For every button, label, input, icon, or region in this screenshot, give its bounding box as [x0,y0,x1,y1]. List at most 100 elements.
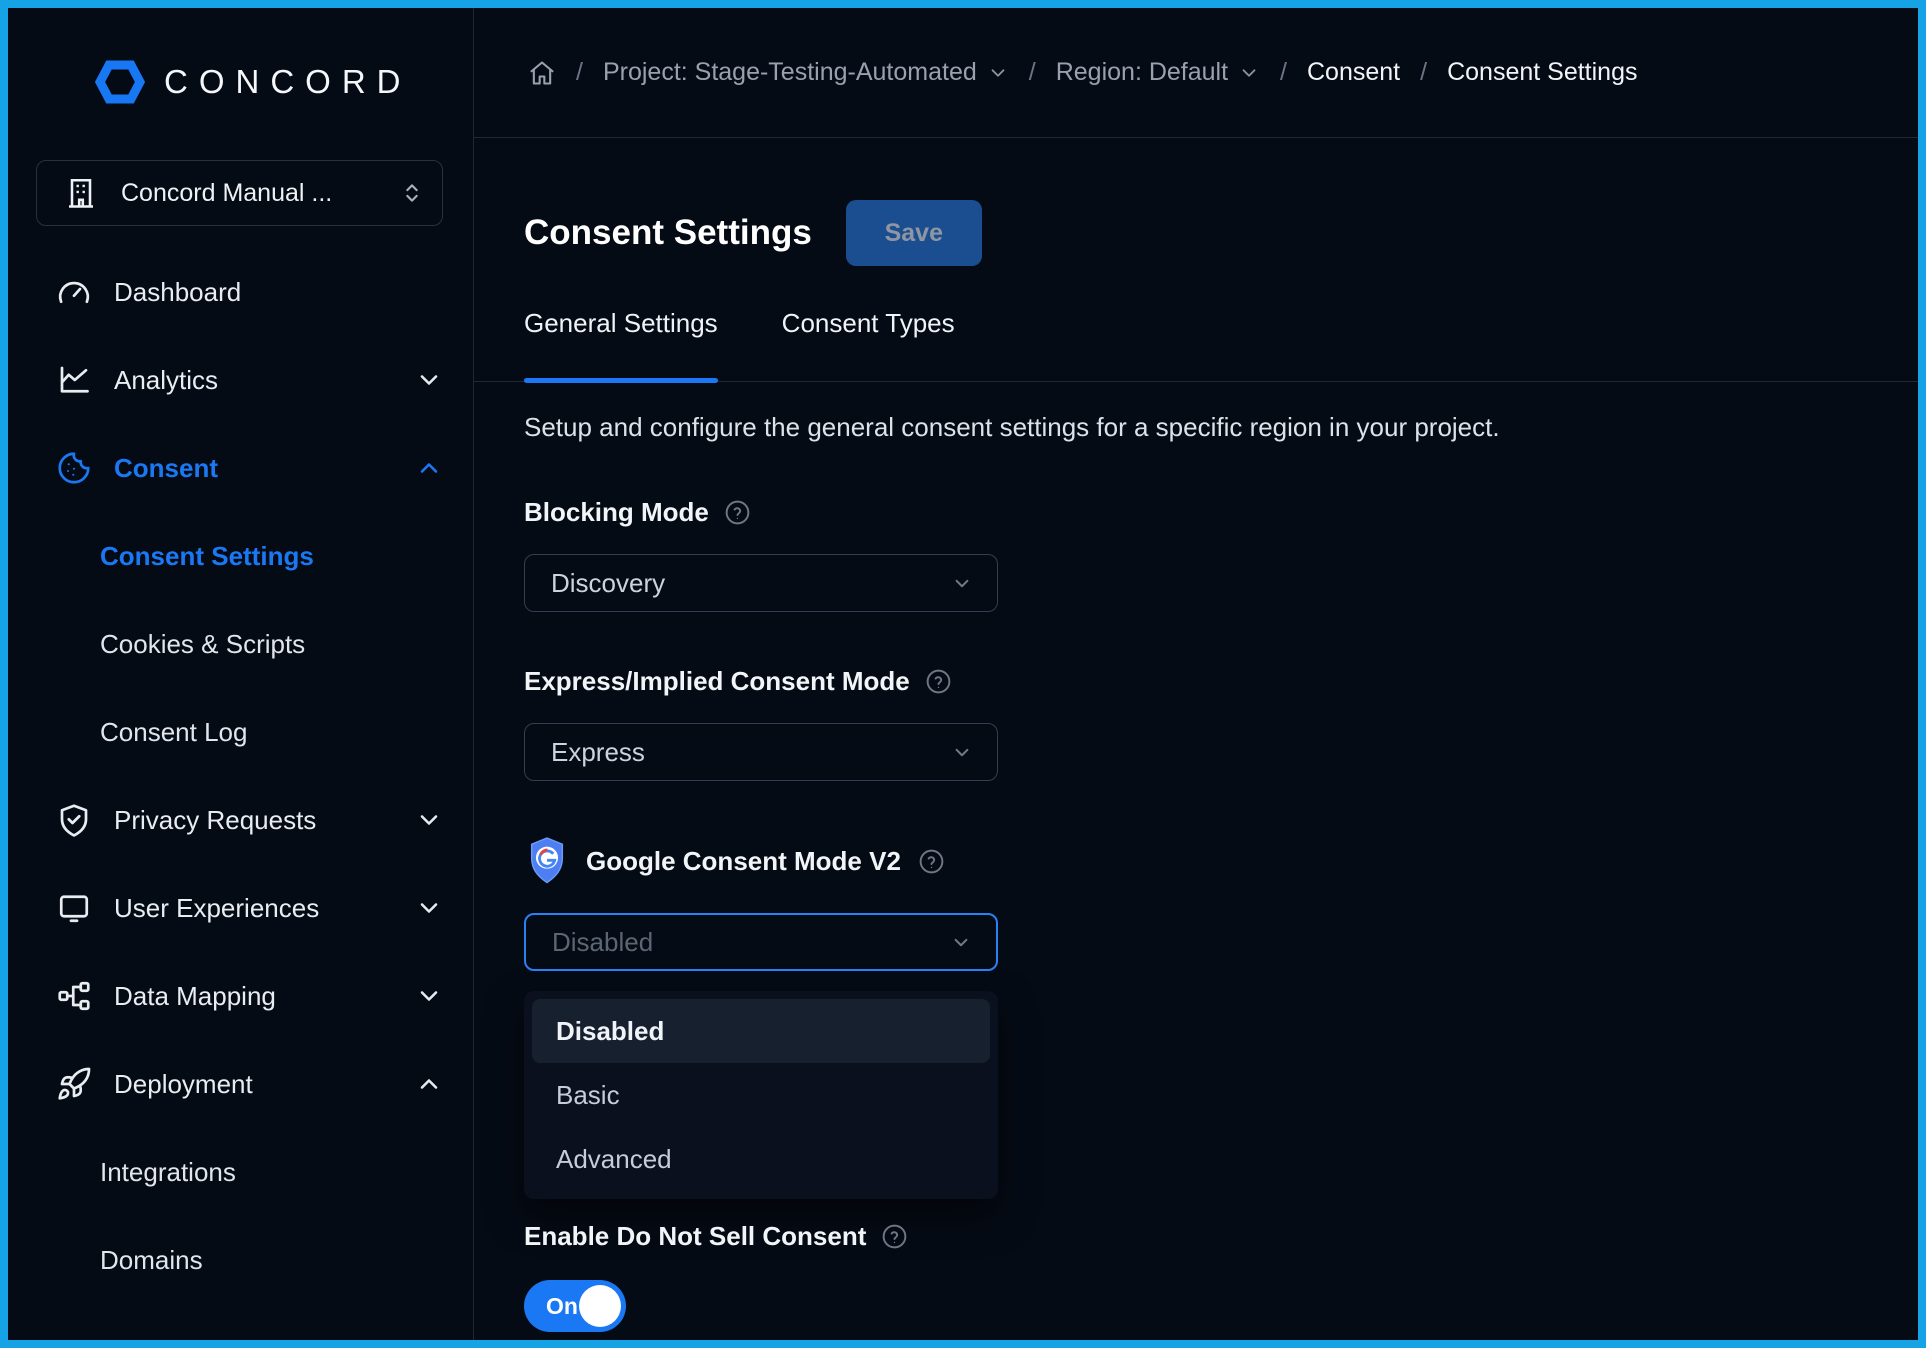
save-button[interactable]: Save [846,200,982,266]
google-consent-label-row: Google Consent Mode V2 [524,835,1858,887]
breadcrumb-consent[interactable]: Consent [1307,58,1400,87]
sidebar-item-label: Privacy Requests [114,805,393,836]
sidebar-item-data-mapping[interactable]: Data Mapping [8,952,473,1040]
sidebar-item-user-experiences[interactable]: User Experiences [8,864,473,952]
gauge-icon [56,274,92,310]
chevron-down-icon [415,806,443,834]
google-shield-icon [524,835,570,887]
home-icon[interactable] [528,59,556,87]
page-description: Setup and configure the general consent … [524,412,1858,443]
express-implied-label: Express/Implied Consent Mode [524,666,910,697]
breadcrumb-region[interactable]: Region: Default [1056,58,1260,87]
toggle-state-label: On [546,1293,578,1320]
monitor-icon [56,890,92,926]
chevron-down-icon [1238,62,1260,84]
chevron-down-icon [415,366,443,394]
chevron-up-icon [415,1070,443,1098]
sidebar-item-label: Consent Log [100,717,443,748]
chevron-down-icon [949,739,975,765]
sidebar-item-consent-settings[interactable]: Consent Settings [8,512,473,600]
tab-consent-types[interactable]: Consent Types [782,308,955,381]
toggle-knob [579,1285,621,1327]
sidebar-item-consent[interactable]: Consent [8,424,473,512]
do-not-sell-label: Enable Do Not Sell Consent [524,1221,866,1252]
shield-check-icon [56,802,92,838]
sidebar-item-label: Deployment [114,1069,393,1100]
breadcrumb-project[interactable]: Project: Stage-Testing-Automated [603,58,1009,87]
rocket-icon [56,1066,92,1102]
express-implied-value: Express [551,737,645,768]
tabs: General Settings Consent Types [474,308,1918,382]
google-consent-value: Disabled [552,927,653,958]
sidebar-item-label: Analytics [114,365,393,396]
sidebar-item-integrations[interactable]: Integrations [8,1128,473,1216]
blocking-mode-value: Discovery [551,568,665,599]
concord-logo-icon [92,58,148,106]
sidebar-item-consent-log[interactable]: Consent Log [8,688,473,776]
line-chart-icon [56,362,92,398]
org-selector-label: Concord Manual ... [121,179,376,208]
chevron-down-icon [415,894,443,922]
cookie-icon [56,450,92,486]
google-consent-label: Google Consent Mode V2 [586,846,901,877]
sidebar-item-label: Consent [114,453,393,484]
dropdown-option-advanced[interactable]: Advanced [532,1127,990,1191]
express-implied-select[interactable]: Express [524,723,998,781]
building-icon [63,175,99,211]
sidebar-item-domains[interactable]: Domains [8,1216,473,1304]
sidebar-item-label: Domains [100,1245,443,1276]
help-icon[interactable] [917,847,946,876]
sidebar-nav: Dashboard Analytics Consent [8,248,473,1304]
sidebar-item-label: Consent Settings [100,541,443,572]
breadcrumb-separator: / [1420,58,1427,87]
help-icon[interactable] [880,1222,909,1251]
express-implied-label-row: Express/Implied Consent Mode [524,666,1858,697]
breadcrumb-label: Consent [1307,58,1400,87]
org-selector[interactable]: Concord Manual ... [36,160,443,226]
brand-logo: CONCORD [8,50,473,114]
blocking-mode-select[interactable]: Discovery [524,554,998,612]
google-consent-dropdown-menu: Disabled Basic Advanced [524,991,998,1199]
breadcrumb-label: Region: Default [1056,58,1228,87]
sidebar-item-label: Dashboard [114,277,443,308]
sidebar: CONCORD Concord Manual ... [8,8,474,1340]
tab-general-settings[interactable]: General Settings [524,308,718,381]
sidebar-item-cookies-scripts[interactable]: Cookies & Scripts [8,600,473,688]
breadcrumb-consent-settings[interactable]: Consent Settings [1447,58,1637,87]
help-icon[interactable] [723,498,752,527]
sidebar-item-privacy-requests[interactable]: Privacy Requests [8,776,473,864]
brand-name: CONCORD [164,63,412,101]
sidebar-item-label: Cookies & Scripts [100,629,443,660]
sidebar-item-label: User Experiences [114,893,393,924]
do-not-sell-label-row: Enable Do Not Sell Consent [524,1221,1858,1252]
breadcrumb-label: Consent Settings [1447,58,1637,87]
sidebar-item-deployment[interactable]: Deployment [8,1040,473,1128]
google-consent-select[interactable]: Disabled [524,913,998,971]
breadcrumb-label: Project: Stage-Testing-Automated [603,58,977,87]
sidebar-item-analytics[interactable]: Analytics [8,336,473,424]
data-mapping-icon [56,978,92,1014]
chevron-down-icon [415,982,443,1010]
chevron-down-icon [949,570,975,596]
app-window: CONCORD Concord Manual ... [0,0,1926,1348]
page-content: Consent Settings Save General Settings C… [474,138,1918,1332]
dropdown-option-disabled[interactable]: Disabled [532,999,990,1063]
chevron-down-icon [948,929,974,955]
blocking-mode-label: Blocking Mode [524,497,709,528]
sidebar-item-label: Data Mapping [114,981,393,1012]
dropdown-option-basic[interactable]: Basic [532,1063,990,1127]
breadcrumb-separator: / [1029,58,1036,87]
chevron-down-icon [987,62,1009,84]
breadcrumb: / Project: Stage-Testing-Automated / Reg… [474,8,1918,138]
help-icon[interactable] [924,667,953,696]
chevron-up-icon [415,454,443,482]
do-not-sell-toggle[interactable]: On [524,1280,626,1332]
breadcrumb-separator: / [1280,58,1287,87]
sidebar-item-dashboard[interactable]: Dashboard [8,248,473,336]
breadcrumb-separator: / [576,58,583,87]
chevron-up-down-icon [398,179,426,207]
blocking-mode-label-row: Blocking Mode [524,497,1858,528]
page-title: Consent Settings [524,213,812,253]
main-area: / Project: Stage-Testing-Automated / Reg… [474,8,1918,1340]
sidebar-item-label: Integrations [100,1157,443,1188]
